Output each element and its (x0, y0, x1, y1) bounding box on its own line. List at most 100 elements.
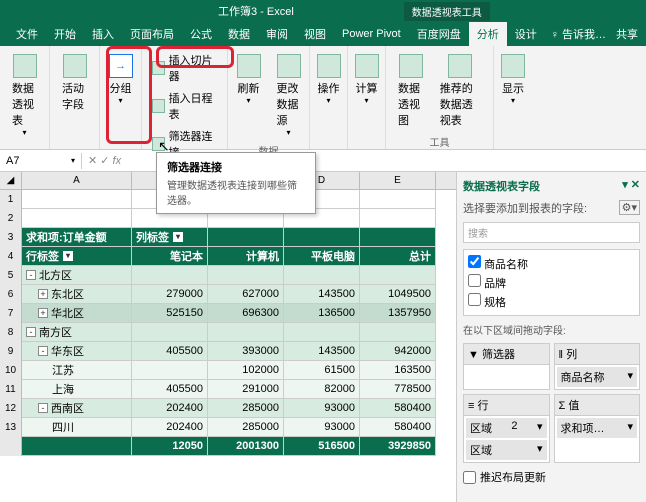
row-header[interactable]: 8 (0, 323, 22, 342)
pivot-row-item[interactable]: +东北区 (22, 285, 132, 304)
pivot-row-item[interactable]: 上海 (22, 380, 132, 399)
pivot-sum-label[interactable]: 求和项:订单金额 (22, 228, 132, 247)
pivot-cell[interactable]: 285000 (208, 418, 284, 437)
pivot-chart-button[interactable]: 数据透视图 (392, 50, 430, 132)
share-button[interactable]: 共享 (616, 26, 638, 42)
pivot-row-item[interactable]: -北方区 (22, 266, 132, 285)
col-E[interactable]: E (360, 172, 436, 189)
pivot-cell[interactable]: 405500 (132, 380, 208, 399)
pivot-cell[interactable]: 143500 (284, 342, 360, 361)
tooltip-body: 管理数据透视表连接到哪些筛选器。 (167, 177, 305, 207)
rows-area[interactable]: ≡ 行区域2▾区域▾ (463, 394, 550, 463)
tell-me[interactable]: ♀ 告诉我… (551, 26, 606, 42)
pivot-row-label[interactable]: 行标签▾ (22, 247, 132, 266)
operations-button[interactable]: 操作▾ (311, 50, 347, 109)
fx-icon[interactable]: ✕ ✓ fx (82, 154, 127, 167)
pivot-cell[interactable]: 285000 (208, 399, 284, 418)
pivot-cell[interactable]: 202400 (132, 418, 208, 437)
ribbon: 数据透视表▾ 活动字段 →分组▾ 插入切片器 插入日程表 筛选器连接 筛选 刷新… (0, 46, 646, 150)
field-search[interactable]: 搜索 (463, 222, 640, 243)
row-header[interactable]: 10 (0, 361, 22, 380)
tab-home[interactable]: 开始 (46, 22, 84, 46)
pivot-cell[interactable]: 61500 (284, 361, 360, 380)
tab-powerpivot[interactable]: Power Pivot (334, 24, 409, 44)
pivot-cell[interactable]: 580400 (360, 399, 436, 418)
pane-close-icon[interactable]: ▾ ✕ (622, 178, 640, 194)
pivot-cell[interactable]: 393000 (208, 342, 284, 361)
pivot-cell[interactable]: 627000 (208, 285, 284, 304)
gear-icon[interactable]: ⚙▾ (619, 200, 640, 215)
pivot-cell[interactable]: 279000 (132, 285, 208, 304)
calc-button[interactable]: 计算▾ (349, 50, 385, 109)
pivot-cell[interactable]: 1049500 (360, 285, 436, 304)
field-item-checkbox[interactable] (468, 293, 481, 306)
pivot-row-item[interactable]: 江苏 (22, 361, 132, 380)
refresh-button[interactable]: 刷新▾ (231, 50, 267, 109)
tab-layout[interactable]: 页面布局 (122, 22, 182, 46)
row-header[interactable]: 9 (0, 342, 22, 361)
pivot-cell[interactable]: 580400 (360, 418, 436, 437)
pivot-row-item[interactable]: -华东区 (22, 342, 132, 361)
tab-review[interactable]: 审阅 (258, 22, 296, 46)
row-header[interactable]: 1 (0, 190, 22, 209)
row-header[interactable]: 4 (0, 247, 22, 266)
row-header[interactable]: 6 (0, 285, 22, 304)
tab-insert[interactable]: 插入 (84, 22, 122, 46)
col-A[interactable]: A (22, 172, 132, 189)
row-header[interactable]: 12 (0, 399, 22, 418)
row-header[interactable]: 13 (0, 418, 22, 437)
pivot-cell[interactable]: 202400 (132, 399, 208, 418)
row-header[interactable]: 2 (0, 209, 22, 228)
field-list[interactable]: 商品名称 品牌 规格 (463, 249, 640, 316)
defer-checkbox[interactable] (463, 471, 476, 484)
pivot-table-button[interactable]: 数据透视表▾ (6, 50, 43, 141)
pivot-cell[interactable]: 291000 (208, 380, 284, 399)
group-button[interactable]: →分组▾ (103, 50, 139, 109)
select-all[interactable]: ◢ (0, 172, 22, 189)
pivot-row-item[interactable]: -南方区 (22, 323, 132, 342)
pivot-cell[interactable]: 778500 (360, 380, 436, 399)
tab-design[interactable]: 设计 (507, 22, 545, 46)
pivot-cell[interactable]: 143500 (284, 285, 360, 304)
pivot-cell[interactable] (132, 361, 208, 380)
pivot-cell[interactable]: 136500 (284, 304, 360, 323)
tab-data[interactable]: 数据 (220, 22, 258, 46)
pivot-row-item[interactable]: 四川 (22, 418, 132, 437)
show-button[interactable]: 显示▾ (495, 50, 531, 109)
tab-view[interactable]: 视图 (296, 22, 334, 46)
pivot-cell[interactable]: 405500 (132, 342, 208, 361)
row-header[interactable]: 3 (0, 228, 22, 247)
pivot-row-item[interactable]: +华北区 (22, 304, 132, 323)
field-item-checkbox[interactable] (468, 274, 481, 287)
tab-file[interactable]: 文件 (8, 22, 46, 46)
pivot-cell[interactable]: 93000 (284, 399, 360, 418)
tab-analyze[interactable]: 分析 (469, 22, 507, 46)
pivot-cell[interactable]: 525150 (132, 304, 208, 323)
pivot-cell[interactable]: 82000 (284, 380, 360, 399)
name-box[interactable]: A7▾ (0, 153, 82, 169)
tab-baidu[interactable]: 百度网盘 (409, 22, 469, 46)
recommend-pivot-button[interactable]: 推荐的数据透视表 (434, 50, 487, 132)
tab-formula[interactable]: 公式 (182, 22, 220, 46)
pivot-cell[interactable]: 102000 (208, 361, 284, 380)
pivot-cell[interactable]: 1357950 (360, 304, 436, 323)
pivot-cell[interactable]: 93000 (284, 418, 360, 437)
field-item-checkbox[interactable] (468, 255, 481, 268)
worksheet[interactable]: ◢ A B C D E 123求和项:订单金额列标签▾4行标签▾笔记本计算机平板… (0, 172, 456, 502)
filter-area[interactable]: ▼ 筛选器 (463, 343, 550, 390)
insert-slicer-button[interactable]: 插入切片器 (148, 50, 221, 86)
cols-area[interactable]: ‖ 列商品名称▾ (554, 343, 641, 390)
change-source-button[interactable]: 更改数据源▾ (271, 50, 307, 141)
insert-timeline-button[interactable]: 插入日程表 (148, 88, 221, 124)
pivot-row-item[interactable]: -西南区 (22, 399, 132, 418)
pivot-col-label[interactable]: 列标签▾ (132, 228, 208, 247)
row-header[interactable] (0, 437, 22, 456)
active-field-button[interactable]: 活动字段 (56, 50, 93, 116)
pivot-cell[interactable]: 163500 (360, 361, 436, 380)
row-header[interactable]: 7 (0, 304, 22, 323)
vals-area[interactable]: Σ 值求和项…▾ (554, 394, 641, 463)
pivot-cell[interactable]: 942000 (360, 342, 436, 361)
row-header[interactable]: 5 (0, 266, 22, 285)
pivot-cell[interactable]: 696300 (208, 304, 284, 323)
row-header[interactable]: 11 (0, 380, 22, 399)
